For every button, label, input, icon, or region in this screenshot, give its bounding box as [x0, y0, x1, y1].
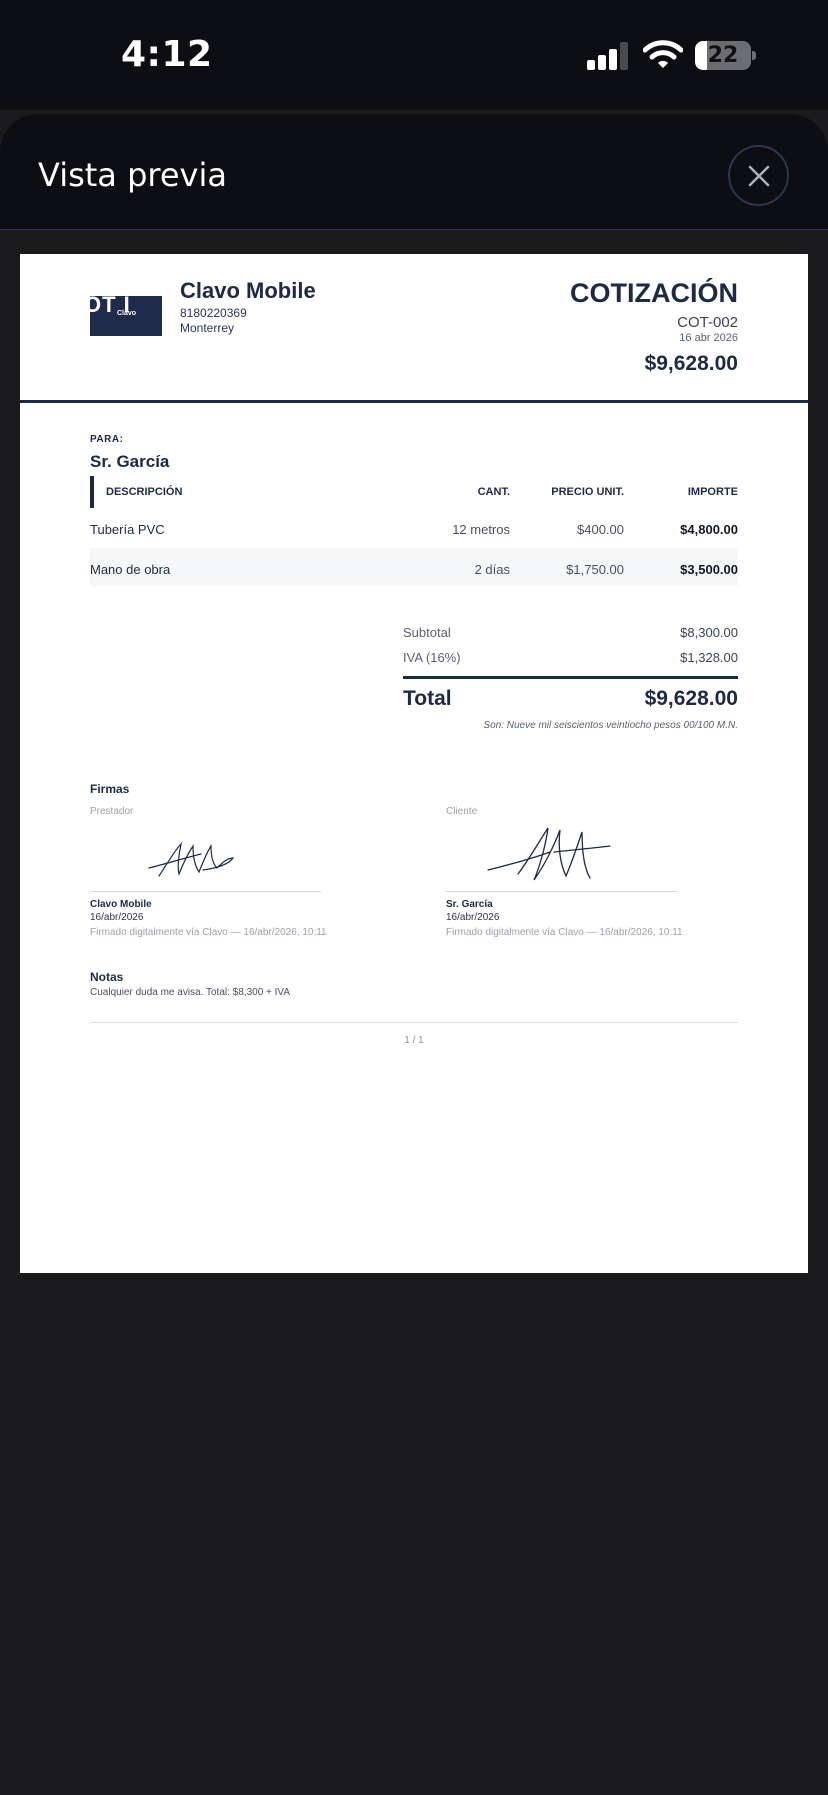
quote-document: OT I Clavo Clavo Mobile 8180220369 Monte… — [20, 254, 808, 1273]
provider-signature — [148, 842, 235, 877]
page-number: 1 / 1 — [404, 1035, 424, 1046]
provider-date: 16/abr/2026 — [90, 912, 144, 923]
tax-value: $1,328.00 — [680, 650, 738, 665]
document-total: $9,628.00 — [644, 352, 738, 375]
logo-brand: Clavo — [117, 310, 137, 317]
total-label: Total — [403, 687, 452, 710]
column-header-unit-price: PRECIO UNIT. — [551, 486, 624, 498]
sheet-title: Vista previa — [38, 156, 227, 194]
total-value: $9,628.00 — [644, 687, 738, 710]
provider-signed-note: Firmado digitalmente vía Clavo — 16/abr/… — [90, 927, 327, 938]
status-bar: 4:12 22 — [0, 0, 828, 110]
client-role: Cliente — [446, 806, 478, 817]
recipient-name: Sr. García — [90, 452, 170, 471]
row-unit-price: $400.00 — [577, 522, 624, 537]
client-signature-line — [446, 891, 677, 892]
wifi-icon — [643, 40, 683, 68]
footer-divider — [90, 1022, 738, 1023]
company-name: Clavo Mobile — [180, 278, 316, 303]
column-header-amount: IMPORTE — [687, 486, 738, 498]
client-signature — [487, 827, 611, 881]
close-button[interactable] — [728, 145, 789, 206]
row-qty: 12 metros — [452, 522, 510, 537]
battery-level: 22 — [707, 43, 739, 68]
notes-title: Notas — [90, 970, 124, 984]
row-description: Tubería PVC — [90, 522, 165, 537]
row-qty: 2 días — [474, 562, 510, 577]
document-date: 16 abr 2026 — [679, 332, 738, 344]
subtotal-label: Subtotal — [403, 625, 451, 640]
row-description: Mano de obra — [90, 562, 171, 577]
client-name: Sr. García — [446, 899, 493, 910]
amount-in-words: Son: Nueve mil seiscientos veintiocho pe… — [483, 720, 738, 731]
provider-role: Prestador — [90, 806, 134, 817]
client-signed-note: Firmado digitalmente vía Clavo — 16/abr/… — [446, 927, 683, 938]
subtotal-value: $8,300.00 — [680, 625, 738, 640]
table-row-background — [90, 548, 738, 586]
provider-signature-line — [90, 891, 321, 892]
document-type: COTIZACIÓN — [570, 278, 738, 308]
company-logo: OT I Clavo — [90, 296, 162, 336]
column-header-description: DESCRIPCIÓN — [106, 486, 183, 498]
row-unit-price: $1,750.00 — [566, 562, 624, 577]
battery-icon: 22 — [695, 41, 757, 70]
tax-label: IVA (16%) — [403, 650, 461, 665]
row-amount: $4,800.00 — [680, 522, 738, 537]
table-header-accent — [90, 476, 94, 508]
recipient-label: PARA: — [90, 434, 124, 445]
total-divider — [403, 676, 738, 679]
client-date: 16/abr/2026 — [446, 912, 500, 923]
company-city: Monterrey — [180, 321, 235, 335]
column-header-qty: CANT. — [477, 486, 510, 498]
close-icon — [748, 165, 769, 186]
company-phone: 8180220369 — [180, 306, 247, 320]
signatures-title: Firmas — [90, 782, 130, 796]
header-divider — [20, 400, 808, 403]
document-number: COT-002 — [677, 314, 738, 331]
cellular-signal-icon — [587, 42, 628, 70]
notes-text: Cualquier duda me avisa. Total: $8,300 +… — [90, 987, 291, 998]
row-amount: $3,500.00 — [680, 562, 738, 577]
provider-name: Clavo Mobile — [90, 899, 152, 910]
status-time: 4:12 — [121, 34, 213, 75]
